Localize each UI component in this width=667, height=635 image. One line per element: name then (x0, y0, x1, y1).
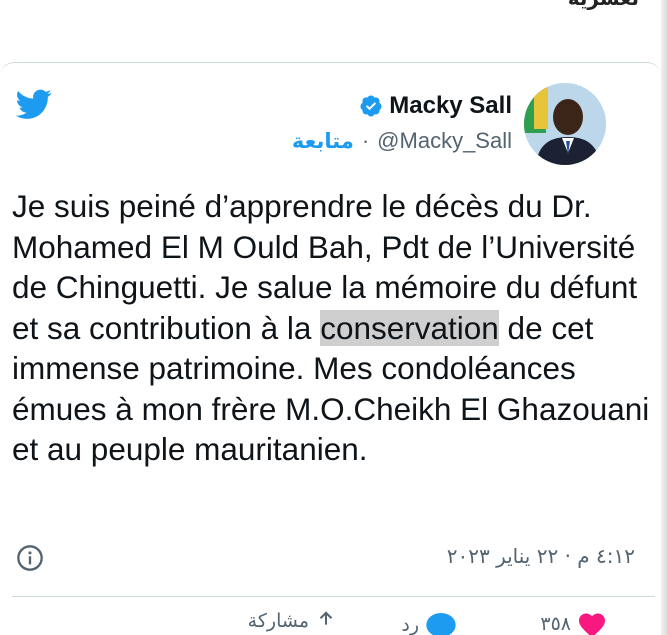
page-edge (661, 0, 667, 635)
info-icon[interactable] (16, 544, 44, 572)
author-name-row[interactable]: Macky Sall (359, 92, 512, 120)
tweet-timestamp[interactable]: ٤:١٢ م · ٢٢ يناير ٢٠٢٣ (447, 544, 635, 568)
share-button[interactable]: مشاركة (248, 610, 337, 632)
verified-badge-icon (360, 95, 382, 117)
heart-icon (579, 613, 605, 635)
likes-count: ٣٥٨ (540, 613, 571, 635)
reply-button[interactable]: رد (401, 610, 457, 635)
highlighted-word: conservation (320, 309, 499, 346)
twitter-bird-icon[interactable] (12, 86, 56, 122)
reply-label: رد (401, 614, 419, 635)
divider (12, 596, 655, 597)
avatar-portrait-icon (524, 83, 606, 165)
author-display-name: Macky Sall (389, 92, 512, 119)
reply-bubble-icon (426, 613, 456, 635)
tweet-text: Je suis peiné d’apprendre le décès du Dr… (12, 186, 652, 470)
follow-link[interactable]: متابعة (292, 129, 354, 153)
previous-tweet-fragment: لعشرية (568, 0, 639, 10)
tweet-actions: ٣٥٨ رد مشاركة (0, 610, 667, 635)
author-handle[interactable]: @Macky_Sall (377, 128, 512, 154)
handle-separator: · (361, 128, 370, 153)
share-icon (319, 611, 333, 625)
like-button[interactable]: ٣٥٨ (540, 610, 607, 635)
share-label: مشاركة (247, 610, 309, 632)
author-handle-row: متابعة · @Macky_Sall (292, 128, 512, 154)
author-avatar[interactable] (524, 83, 606, 165)
